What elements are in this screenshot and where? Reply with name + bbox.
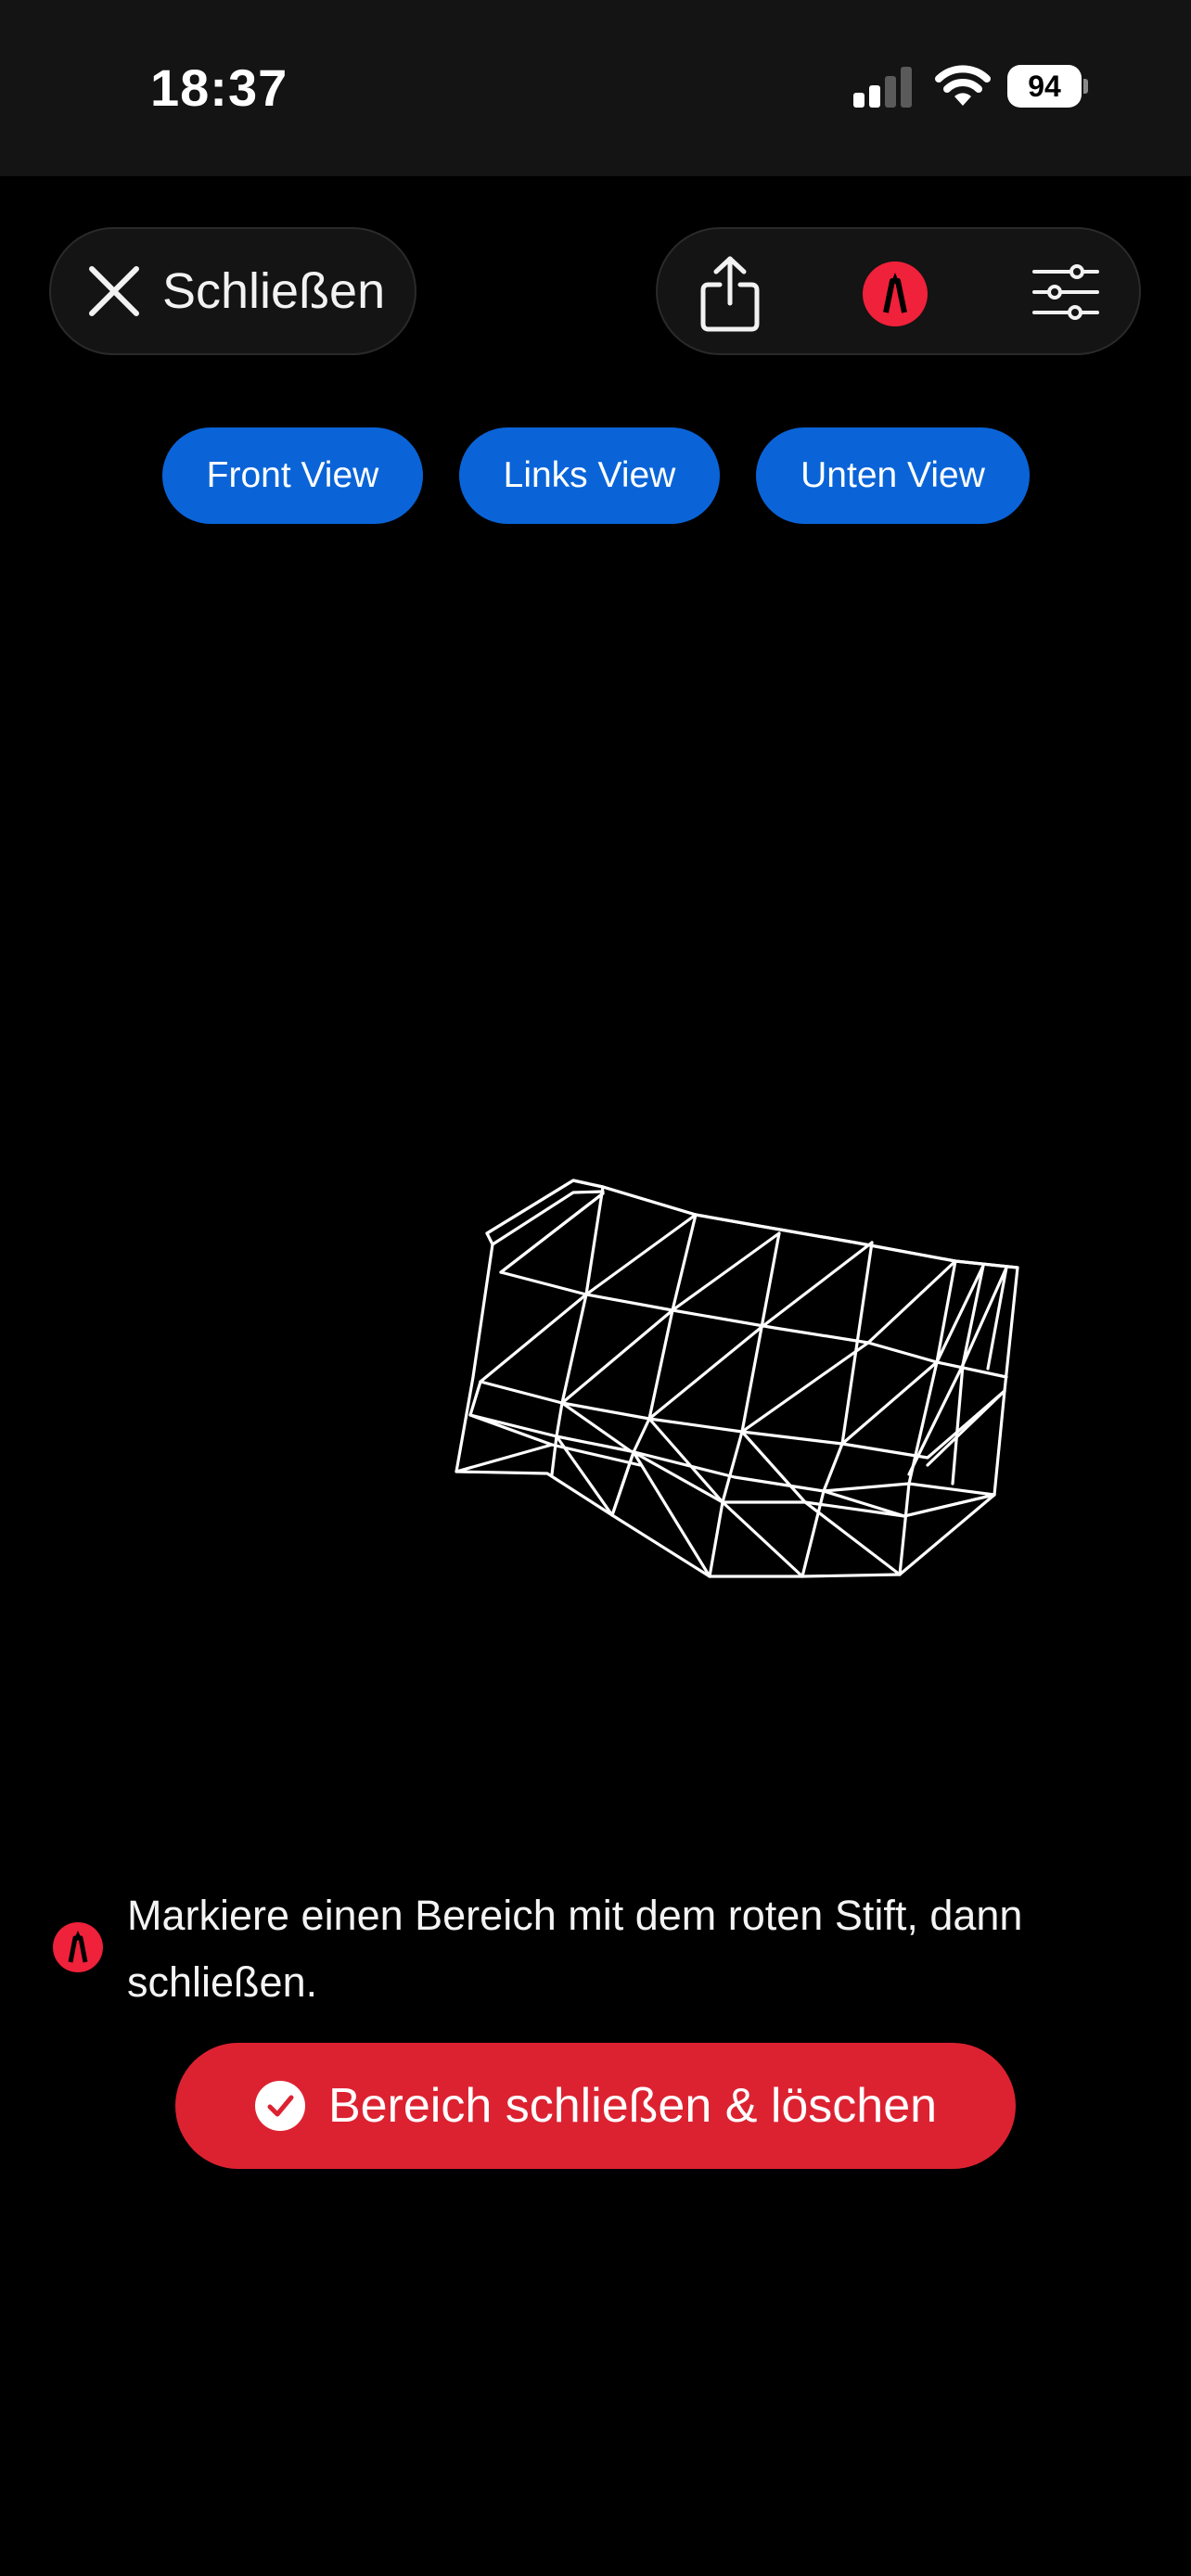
- pen-hint-icon: [53, 1922, 103, 1972]
- checkmark-circle-icon: [254, 2081, 305, 2131]
- hint-text: Markiere einen Bereich mit dem roten Sti…: [127, 1892, 1023, 2006]
- mesh-wireframe: [455, 1179, 1019, 1578]
- close-and-delete-area-button[interactable]: Bereich schließen & löschen: [175, 2043, 1016, 2169]
- close-and-delete-area-label: Bereich schließen & löschen: [327, 2079, 938, 2133]
- mesh-viewport[interactable]: [0, 0, 1191, 1855]
